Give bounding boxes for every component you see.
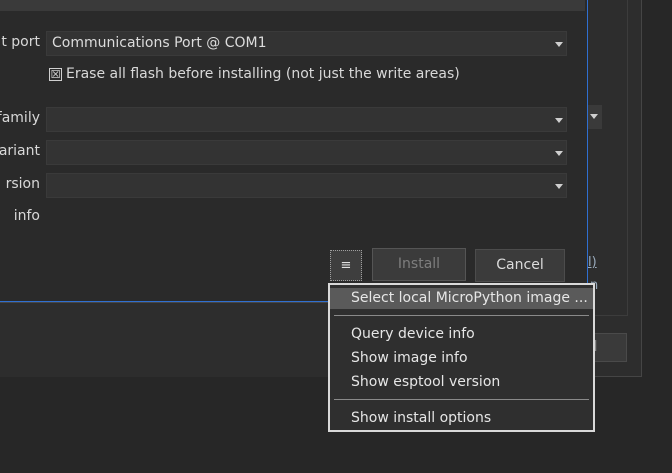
info-label: info bbox=[13, 208, 40, 224]
target-port-combo[interactable]: Communications Port @ COM1 bbox=[46, 31, 567, 56]
cancel-button[interactable]: Cancel bbox=[475, 249, 565, 282]
menu-item-query-device-info[interactable]: Query device info bbox=[330, 324, 593, 345]
erase-flash-label[interactable]: Erase all flash before installing (not j… bbox=[66, 66, 460, 82]
menu-item-select-local-image[interactable]: Select local MicroPython image ... bbox=[330, 288, 593, 309]
target-port-label: t port bbox=[1, 34, 40, 50]
variant-combo[interactable] bbox=[46, 140, 567, 165]
chevron-down-icon bbox=[555, 42, 563, 47]
menu-item-show-install-options[interactable]: Show install options bbox=[330, 408, 593, 429]
background-link[interactable]: l) bbox=[588, 255, 602, 273]
background-dropdown-arrow-icon[interactable] bbox=[586, 105, 602, 129]
hamburger-menu-button[interactable]: ≡ bbox=[330, 250, 362, 281]
chevron-down-icon bbox=[555, 118, 563, 123]
menu-separator bbox=[334, 315, 589, 316]
family-label: family bbox=[0, 110, 40, 126]
menu-item-show-image-info[interactable]: Show image info bbox=[330, 348, 593, 369]
erase-flash-checkbox[interactable]: ☒ bbox=[49, 68, 62, 81]
family-combo[interactable] bbox=[46, 107, 567, 132]
dialog-titlebar bbox=[0, 0, 585, 11]
variant-label: ariant bbox=[0, 143, 40, 159]
chevron-down-icon bbox=[555, 151, 563, 156]
menu-item-show-esptool-version[interactable]: Show esptool version bbox=[330, 372, 593, 393]
options-menu: Select local MicroPython image ... Query… bbox=[328, 283, 595, 432]
chevron-down-icon bbox=[555, 184, 563, 189]
version-combo[interactable] bbox=[46, 173, 567, 198]
target-port-value: Communications Port @ COM1 bbox=[52, 35, 267, 51]
menu-separator bbox=[334, 399, 589, 400]
install-button[interactable]: Install bbox=[372, 248, 466, 281]
version-label: rsion bbox=[5, 176, 40, 192]
